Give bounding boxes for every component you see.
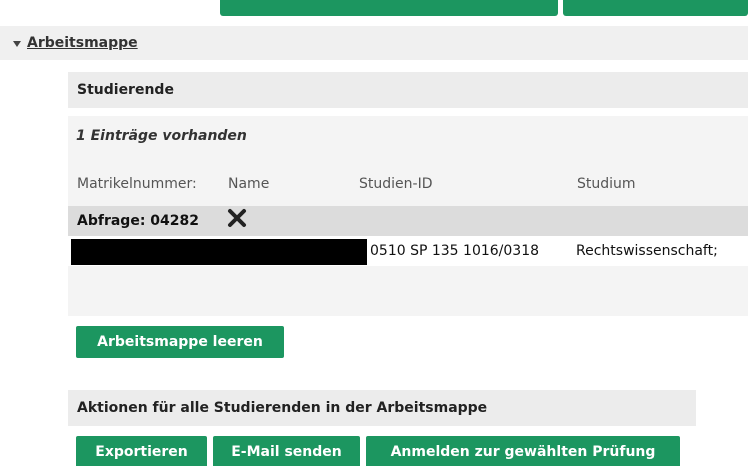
cell-studium: Rechtswissenschaft; xyxy=(576,243,718,259)
students-panel-title: Studierende xyxy=(77,82,174,98)
entries-count: 1 Einträge vorhanden xyxy=(76,128,247,144)
column-header-matrikelnummer: Matrikelnummer: xyxy=(77,176,197,192)
close-icon[interactable] xyxy=(226,207,248,229)
redacted-block xyxy=(71,239,367,265)
actions-panel-title: Aktionen für alle Studierenden in der Ar… xyxy=(77,400,488,416)
section-header: Arbeitsmappe xyxy=(0,26,748,60)
query-label: Abfrage: 04282 xyxy=(77,213,199,229)
cell-studien-id: 0510 SP 135 1016/0318 xyxy=(370,243,540,259)
top-button-right[interactable] xyxy=(563,0,748,16)
column-header-studium: Studium xyxy=(577,176,636,192)
collapse-triangle-icon[interactable] xyxy=(13,41,21,47)
column-header-name: Name xyxy=(228,176,270,192)
page: Arbeitsmappe Studierende 1 Einträge vorh… xyxy=(0,0,748,466)
top-button-left[interactable] xyxy=(220,0,558,16)
students-panel-header: Studierende xyxy=(68,72,748,108)
send-email-button[interactable]: E-Mail senden xyxy=(213,436,360,466)
column-header-studien-id: Studien-ID xyxy=(359,176,433,192)
export-button[interactable]: Exportieren xyxy=(76,436,207,466)
actions-panel-header: Aktionen für alle Studierenden in der Ar… xyxy=(68,390,696,426)
clear-workbook-button[interactable]: Arbeitsmappe leeren xyxy=(76,326,284,358)
section-title-link[interactable]: Arbeitsmappe xyxy=(27,35,138,51)
register-exam-button[interactable]: Anmelden zur gewählten Prüfung xyxy=(366,436,680,466)
